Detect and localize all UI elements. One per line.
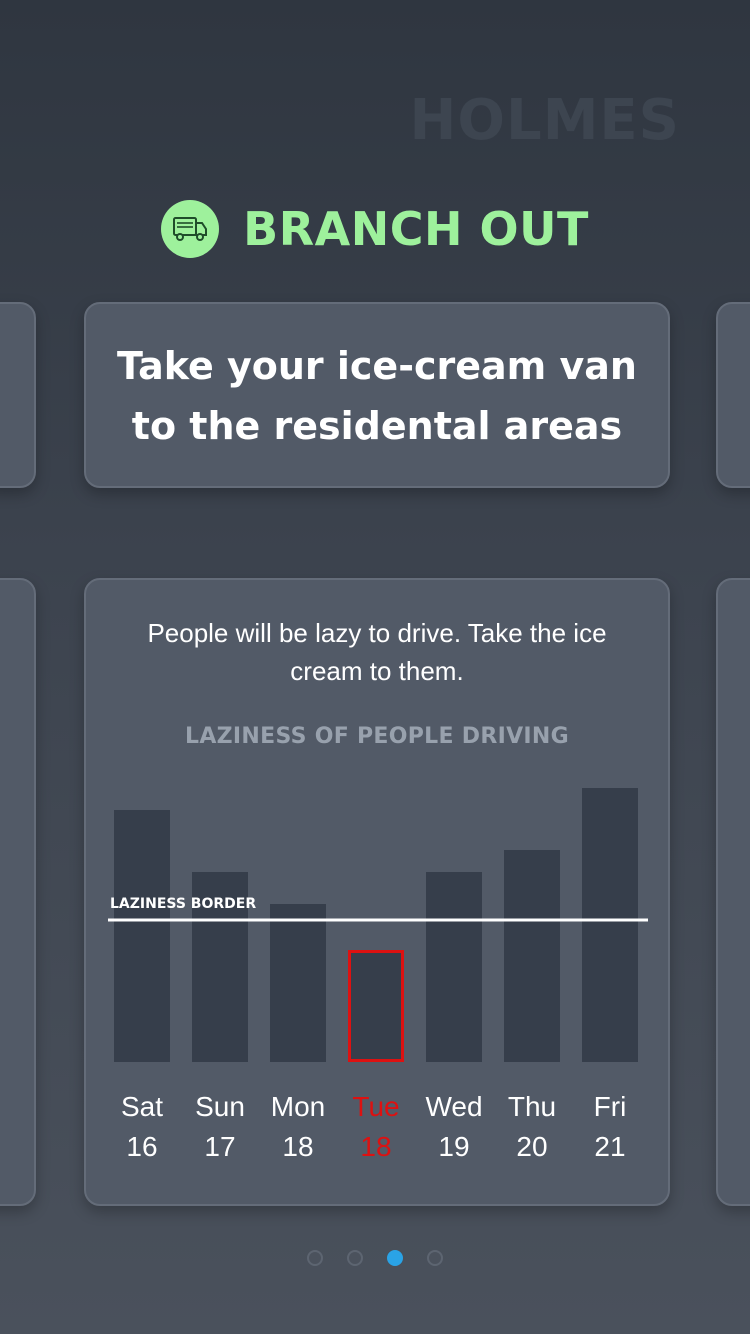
chart-day-label: Mon bbox=[271, 1091, 325, 1122]
chart-bar-wed bbox=[426, 872, 482, 1062]
chart-bar-fri bbox=[582, 788, 638, 1062]
pagination-dot[interactable] bbox=[427, 1250, 443, 1266]
chart-date-label: 18 bbox=[360, 1131, 391, 1162]
next-detail-card-peek[interactable] bbox=[716, 578, 750, 1206]
chart-bar-tue bbox=[348, 950, 404, 1062]
pagination-dot[interactable] bbox=[387, 1250, 403, 1266]
chart-date-label: 21 bbox=[594, 1131, 625, 1162]
chart-bar-thu bbox=[504, 850, 560, 1062]
chart-bar-mon bbox=[270, 904, 326, 1062]
pagination-dot[interactable] bbox=[347, 1250, 363, 1266]
tip-text: Take your ice-cream van to the residenta… bbox=[117, 344, 637, 448]
tip-card[interactable]: Take your ice-cream van to the residenta… bbox=[84, 302, 670, 488]
chart-day-label: Sun bbox=[195, 1091, 245, 1122]
chart-day-label: Thu bbox=[508, 1091, 556, 1122]
detail-card[interactable]: People will be lazy to drive. Take the i… bbox=[84, 578, 670, 1206]
chart-date-label: 18 bbox=[282, 1131, 313, 1162]
next-tip-card-peek[interactable] bbox=[716, 302, 750, 488]
prev-tip-card-peek[interactable] bbox=[0, 302, 36, 488]
chart-date-label: 19 bbox=[438, 1131, 469, 1162]
laziness-border-label: LAZINESS BORDER bbox=[110, 896, 256, 912]
chart-date-label: 17 bbox=[204, 1131, 235, 1162]
section-heading: BRANCH OUT bbox=[0, 200, 750, 258]
brand-logo-text: HOLMES bbox=[409, 88, 680, 153]
chart-title: LAZINESS OF PEOPLE DRIVING bbox=[185, 724, 569, 749]
chart-bar-sat bbox=[114, 810, 170, 1062]
chart-day-label: Fri bbox=[594, 1091, 627, 1122]
laziness-chart: Sat 16 Sun 17 Mon 18 Tue 18 Wed 19 Thu 20 Fri 21 LAZIN… bbox=[108, 788, 648, 1162]
chart-day-label: Wed bbox=[425, 1091, 482, 1122]
chart-day-label: Sat bbox=[121, 1091, 163, 1122]
detail-description: People will be lazy to drive. Take the i… bbox=[147, 618, 607, 686]
prev-detail-card-peek[interactable] bbox=[0, 578, 36, 1206]
van-icon bbox=[161, 200, 220, 258]
pagination-dots bbox=[0, 1250, 750, 1266]
chart-date-label: 16 bbox=[126, 1131, 157, 1162]
pagination-dot[interactable] bbox=[307, 1250, 323, 1266]
section-title: BRANCH OUT bbox=[243, 202, 589, 256]
chart-day-label: Tue bbox=[352, 1091, 399, 1122]
chart-date-label: 20 bbox=[516, 1131, 547, 1162]
